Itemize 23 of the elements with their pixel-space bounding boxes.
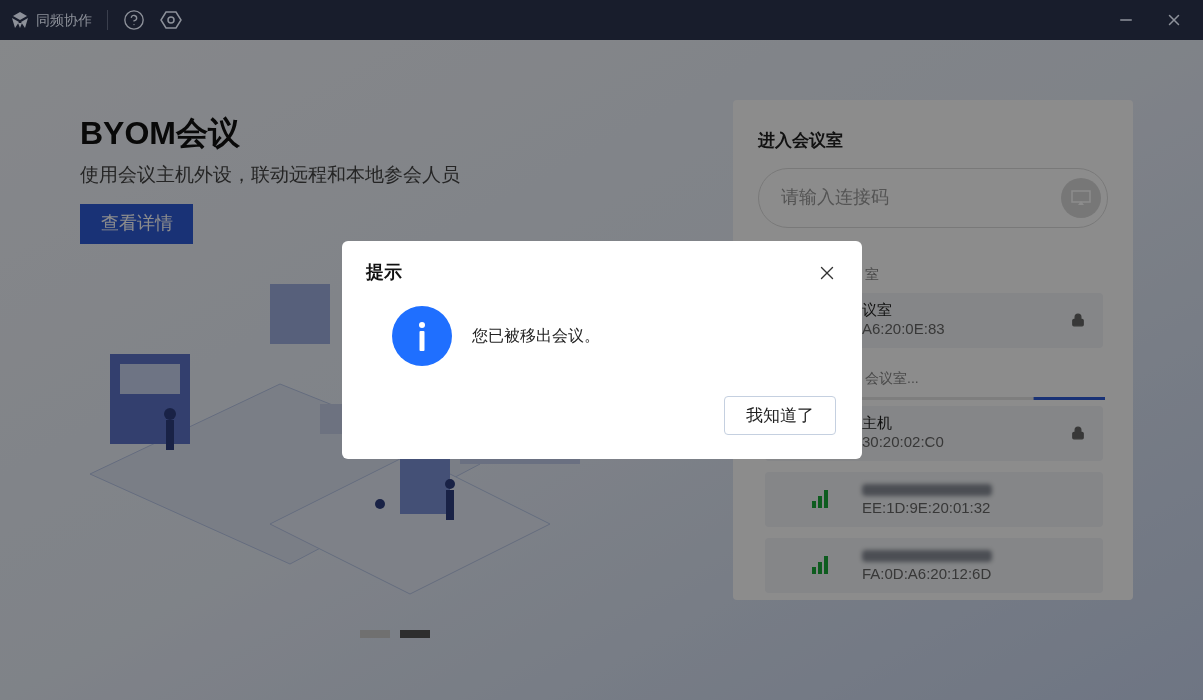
room-name: 议室 xyxy=(862,301,893,320)
dialog-title: 提示 xyxy=(366,261,402,284)
room-item[interactable]: FA:0D:A6:20:12:6D xyxy=(765,537,1103,593)
room-name: 主机 xyxy=(862,414,893,433)
settings-icon[interactable] xyxy=(160,9,182,31)
room-address: 30:20:02:C0 xyxy=(862,433,945,452)
details-button[interactable]: 查看详情 xyxy=(80,203,193,244)
code-input[interactable]: 请输入连接码 xyxy=(781,184,1061,211)
room-item[interactable]: EE:1D:9E:20:01:32 xyxy=(765,471,1103,527)
dialog-message: 您已被移出会议。 xyxy=(472,326,600,346)
room-address: FA:0D:A6:20:12:6D xyxy=(862,564,993,584)
section-label: 室 xyxy=(865,264,879,284)
room-address: EE:1D:9E:20:01:32 xyxy=(862,498,992,518)
help-icon[interactable] xyxy=(123,9,145,31)
hero-subtitle: 使用会议主机外设，联动远程和本地参会人员 xyxy=(80,163,461,187)
acknowledge-button[interactable]: 我知道了 xyxy=(724,396,836,435)
info-icon xyxy=(392,306,452,366)
app-name: 同频协作 xyxy=(36,10,92,30)
room-address: A6:20:0E:83 xyxy=(862,320,946,339)
section-label: 会议室... xyxy=(864,368,920,388)
panel-title: 进入会议室 xyxy=(758,130,844,152)
logo-icon xyxy=(10,11,30,29)
hero-title: BYOM会议 xyxy=(80,114,241,153)
